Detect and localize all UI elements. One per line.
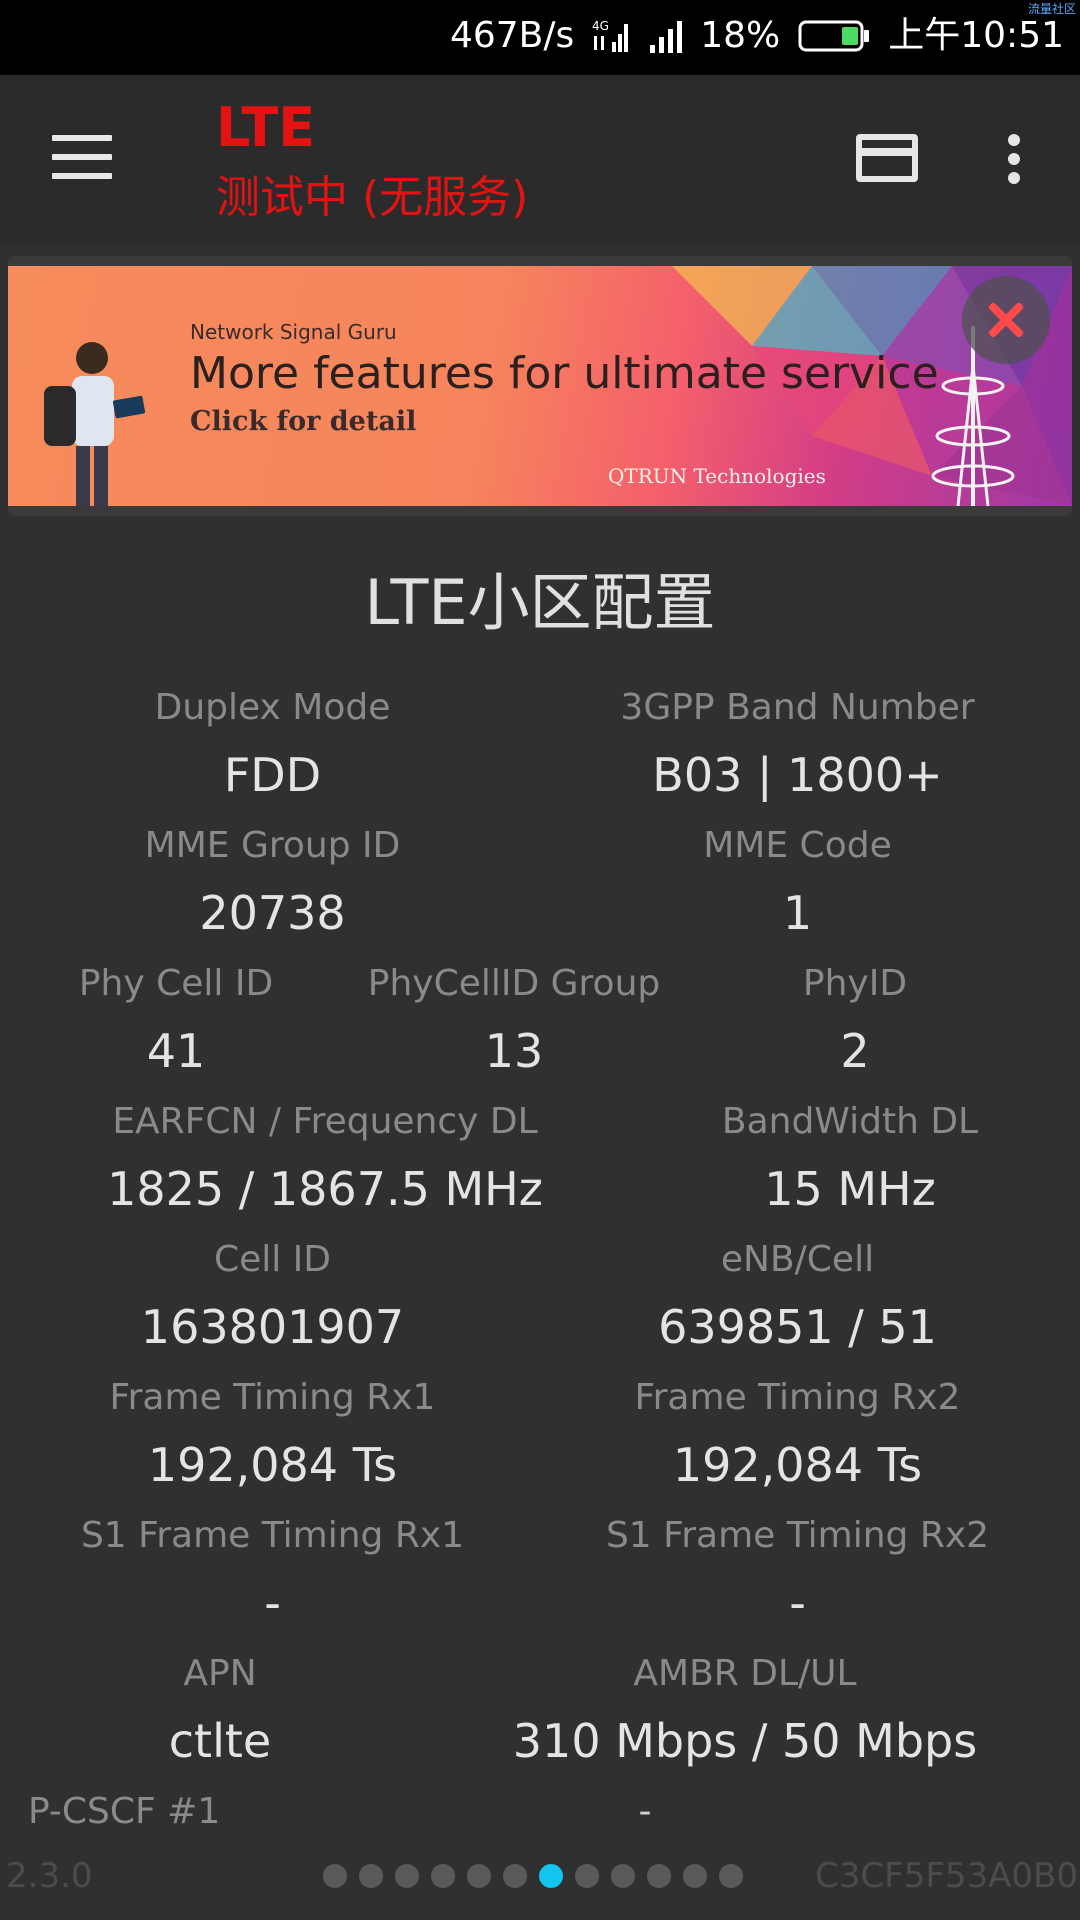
app-bar xyxy=(0,75,1080,243)
earfcn-label: EARFCN / Frequency DL xyxy=(112,1101,538,1142)
apn-label: APN xyxy=(183,1653,257,1694)
device-id: C3CF5F53A0B0 xyxy=(815,1856,1078,1896)
ambr-value: 310 Mbps / 50 Mbps xyxy=(512,1714,978,1768)
apn-value: ctlte xyxy=(168,1714,272,1768)
promo-banner[interactable]: Network Signal Guru More features for ul… xyxy=(8,266,1072,506)
s1-frame-timing-rx1-label: S1 Frame Timing Rx1 xyxy=(80,1515,465,1556)
app-version: 2.3.0 xyxy=(6,1856,93,1896)
section-title: LTE小区配置 xyxy=(364,566,716,639)
status-row: 467B/s 4G 18% 上午10:51 xyxy=(450,14,1064,58)
page-dot[interactable] xyxy=(503,1864,527,1888)
footer: 2.3.0 C3CF5F53A0B0 xyxy=(0,1856,1080,1904)
s1-frame-timing-rx1-value: - xyxy=(264,1576,281,1630)
mme-code-value: 1 xyxy=(782,886,813,940)
net-speed: 467B/s xyxy=(449,15,575,56)
earfcn-value: 1825 / 1867.5 MHz xyxy=(107,1162,543,1216)
page-dot[interactable] xyxy=(683,1864,707,1888)
mme-code-label: MME Code xyxy=(703,825,892,866)
battery-percent: 18% xyxy=(700,15,781,56)
mme-group-label: MME Group ID xyxy=(144,825,401,866)
duplex-mode-label: Duplex Mode xyxy=(154,687,391,728)
enb-cell-label: eNB/Cell xyxy=(720,1239,875,1280)
clock: 上午10:51 xyxy=(888,15,1064,56)
frame-timing-rx2-value: 192,084 Ts xyxy=(672,1438,923,1492)
banner-headline: More features for ultimate service xyxy=(190,348,939,399)
page-dot-active[interactable] xyxy=(539,1864,563,1888)
cell-id-value: 163801907 xyxy=(140,1300,405,1354)
battery-icon xyxy=(798,20,870,52)
phy-cell-id-value: 41 xyxy=(146,1024,206,1078)
frame-timing-rx1-value: 192,084 Ts xyxy=(147,1438,398,1492)
app-subtitle: 测试中 (无服务) xyxy=(216,172,529,223)
banner-company: QTRUN Technologies xyxy=(608,464,826,488)
page-dot[interactable] xyxy=(647,1864,671,1888)
band-label: 3GPP Band Number xyxy=(620,687,975,728)
pcscf-label: P-CSCF #1 xyxy=(28,1791,221,1832)
page-dot[interactable] xyxy=(359,1864,383,1888)
page-dot[interactable] xyxy=(575,1864,599,1888)
page-indicator[interactable] xyxy=(323,1864,743,1888)
banner-container: Network Signal Guru More features for ul… xyxy=(8,256,1072,516)
ambr-label: AMBR DL/UL xyxy=(633,1653,857,1694)
phy-group-label: PhyCellID Group xyxy=(367,963,661,1004)
page-dot[interactable] xyxy=(323,1864,347,1888)
s1-frame-timing-rx2-value: - xyxy=(789,1576,806,1630)
status-bar: 流量社区 467B/s 4G 18% 上午10:51 xyxy=(0,0,1080,75)
cell-id-label: Cell ID xyxy=(213,1239,332,1280)
banner-brand: Network Signal Guru xyxy=(190,320,397,344)
banner-cta: Click for detail xyxy=(190,406,417,437)
person-with-tablet-image xyxy=(44,342,146,506)
lte-signal-icon: 4G xyxy=(592,18,632,54)
mme-group-value: 20738 xyxy=(199,886,346,940)
pcscf-value: - xyxy=(638,1791,652,1832)
card-view-icon[interactable] xyxy=(856,134,918,182)
phy-id-value: 2 xyxy=(840,1024,870,1078)
bandwidth-label: BandWidth DL xyxy=(721,1101,979,1142)
svg-text:4G: 4G xyxy=(592,19,609,33)
phy-cell-id-label: Phy Cell ID xyxy=(78,963,274,1004)
close-icon[interactable] xyxy=(962,276,1050,364)
more-vert-icon[interactable] xyxy=(1004,134,1024,184)
frame-timing-rx1-label: Frame Timing Rx1 xyxy=(109,1377,436,1418)
signal-strength-icon xyxy=(650,19,683,53)
band-value: B03 | 1800+ xyxy=(652,748,943,802)
page-dot[interactable] xyxy=(467,1864,491,1888)
page-dot[interactable] xyxy=(611,1864,635,1888)
enb-cell-value: 639851 / 51 xyxy=(658,1300,937,1354)
duplex-mode-value: FDD xyxy=(223,748,322,802)
phy-id-label: PhyID xyxy=(802,963,908,1004)
page-dot[interactable] xyxy=(395,1864,419,1888)
page-dot[interactable] xyxy=(719,1864,743,1888)
app-title: LTE xyxy=(216,96,316,159)
hamburger-menu-icon[interactable] xyxy=(52,135,112,180)
frame-timing-rx2-label: Frame Timing Rx2 xyxy=(634,1377,961,1418)
page-dot[interactable] xyxy=(431,1864,455,1888)
bandwidth-value: 15 MHz xyxy=(764,1162,936,1216)
phy-group-value: 13 xyxy=(484,1024,544,1078)
s1-frame-timing-rx2-label: S1 Frame Timing Rx2 xyxy=(605,1515,990,1556)
